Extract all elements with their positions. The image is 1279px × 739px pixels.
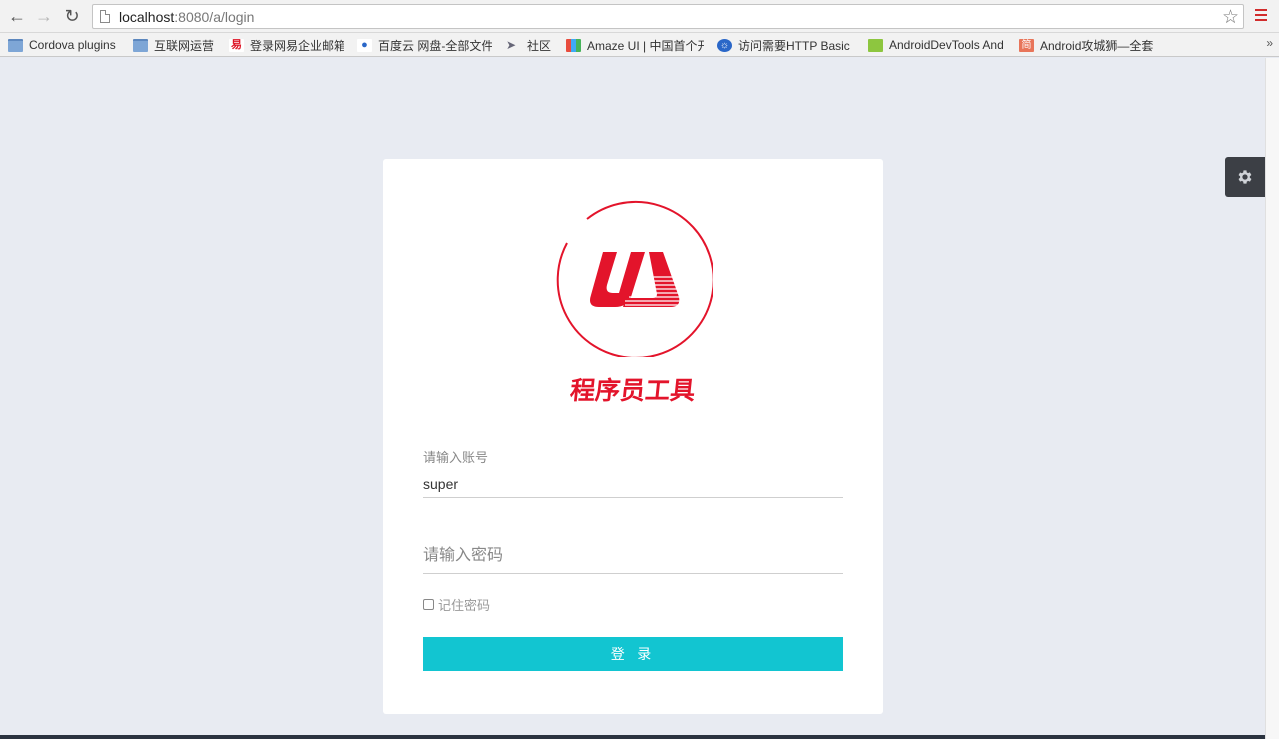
globe-icon: ☼ <box>717 38 732 52</box>
bookmark-label: 互联网运营 <box>154 38 215 53</box>
address-bar[interactable]: localhost:8080/a/login ☆ <box>92 4 1244 29</box>
brand-logo-icon <box>556 200 713 357</box>
url-path: :8080/a/login <box>174 9 255 25</box>
login-card: 程序员工具 请输入账号 记住密码 登 录 <box>383 159 883 714</box>
bookmark-http-basic[interactable]: ☼ 访问需要HTTP Basic <box>717 36 853 54</box>
bookmark-label: 百度云 网盘-全部文件 <box>378 38 492 53</box>
bookmark-android-dev-tools[interactable]: AndroidDevTools And <box>868 36 1004 54</box>
bookmark-label: 登录网易企业邮箱 <box>250 38 344 53</box>
login-button[interactable]: 登 录 <box>423 637 843 671</box>
remember-checkbox[interactable] <box>423 599 434 610</box>
account-input[interactable] <box>423 470 843 498</box>
bookmark-star-icon[interactable]: ☆ <box>1222 6 1239 29</box>
netease-icon: 易 <box>229 38 244 52</box>
bookmark-label: Cordova plugins <box>29 38 116 52</box>
gear-icon <box>1238 170 1252 184</box>
android-icon <box>868 38 883 52</box>
bookmark-label: Android攻城狮—全套 <box>1040 38 1153 53</box>
bookmark-label: AndroidDevTools And <box>889 38 1004 52</box>
page-bottom-strip <box>0 735 1265 739</box>
bookmark-label: Amaze UI | 中国首个开 <box>587 38 704 53</box>
bookmark-community[interactable]: ➤ 社区 <box>506 36 554 54</box>
settings-gear-button[interactable] <box>1225 157 1265 197</box>
browser-menu-icon[interactable] <box>1255 9 1267 23</box>
bookmark-internet-ops[interactable]: 互联网运营 <box>133 36 215 54</box>
remember-password[interactable]: 记住密码 <box>423 595 490 614</box>
account-label: 请输入账号 <box>423 450 489 465</box>
url-host: localhost <box>119 9 175 25</box>
paper-plane-icon: ➤ <box>506 37 517 52</box>
bookmark-amaze-ui[interactable]: Amaze UI | 中国首个开 <box>566 36 704 54</box>
password-input[interactable] <box>423 539 843 574</box>
page-scrollbar[interactable] <box>1265 58 1279 739</box>
page-icon <box>100 10 110 23</box>
jianshu-icon: 简 <box>1019 38 1034 52</box>
bookmark-baidu-cloud[interactable]: ● 百度云 网盘-全部文件 <box>357 36 492 54</box>
reload-icon[interactable]: ↻ <box>62 6 82 26</box>
forward-arrow-icon[interactable]: → <box>34 6 54 26</box>
brand-name: 程序员工具 <box>568 376 697 405</box>
bookmark-netease-mail[interactable]: 易 登录网易企业邮箱 <box>229 36 344 54</box>
folder-icon <box>133 38 148 52</box>
bookmarks-overflow-button[interactable]: » <box>1266 36 1273 50</box>
bookmark-label: 访问需要HTTP Basic <box>738 38 850 53</box>
baidu-cloud-icon: ● <box>357 38 372 52</box>
bookmark-cordova-plugins[interactable]: Cordova plugins <box>8 36 120 54</box>
browser-toolbar: ← → ↻ localhost:8080/a/login ☆ <box>0 0 1279 33</box>
bookmarks-bar: Cordova plugins 互联网运营 易 登录网易企业邮箱 ● 百度云 网… <box>0 33 1279 57</box>
folder-icon <box>8 38 23 52</box>
address-url[interactable]: localhost:8080/a/login <box>119 9 254 25</box>
amaze-ui-icon <box>566 38 581 52</box>
remember-label: 记住密码 <box>438 598 491 613</box>
bookmark-label: 社区 <box>527 38 552 53</box>
back-arrow-icon[interactable]: ← <box>7 6 27 26</box>
bookmark-android-lion[interactable]: 简 Android攻城狮—全套 <box>1019 36 1153 54</box>
